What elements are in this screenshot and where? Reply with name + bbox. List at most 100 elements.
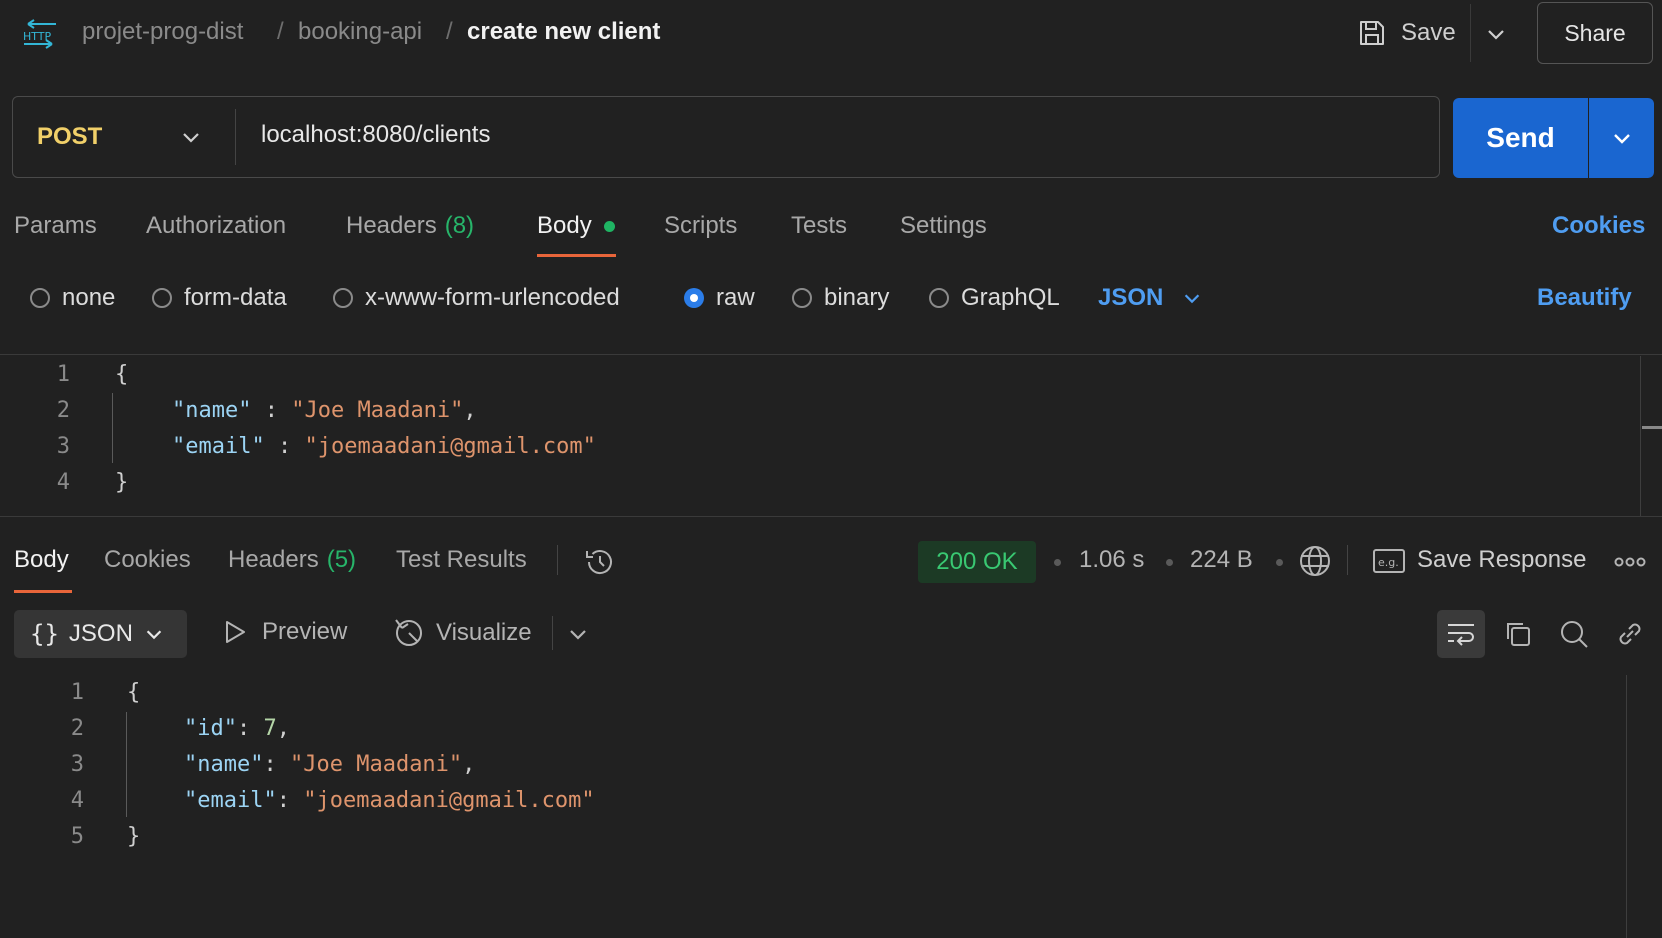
network-info-button[interactable]	[1298, 544, 1332, 578]
code-token: 7	[263, 716, 277, 741]
editor-scrollbar-track[interactable]	[1640, 356, 1641, 516]
indent-guide	[126, 712, 127, 817]
save-options-button[interactable]	[1484, 22, 1508, 46]
format-label: JSON	[68, 620, 133, 647]
cookies-link[interactable]: Cookies	[1552, 212, 1645, 240]
radio-form-data[interactable]: form-data	[152, 282, 287, 314]
copy-icon	[1507, 623, 1530, 646]
http-icon: HTTP	[22, 18, 58, 50]
search-button[interactable]	[1556, 616, 1592, 652]
radio-urlencoded[interactable]: x-www-form-urlencoded	[333, 282, 620, 314]
wrap-lines-button[interactable]	[1437, 610, 1485, 658]
save-response-icon: e.g.	[1372, 546, 1406, 576]
radio-label: raw	[716, 284, 755, 311]
method-select[interactable]: POST	[13, 97, 223, 176]
preview-label: Preview	[262, 618, 348, 645]
send-button[interactable]: Send	[1453, 98, 1588, 178]
line-number: 4	[70, 788, 84, 813]
beautify-button[interactable]: Beautify	[1537, 282, 1632, 314]
preview-button[interactable]: Preview	[222, 618, 347, 646]
code-token: :	[236, 716, 264, 741]
radio-none[interactable]: none	[30, 282, 115, 314]
tab-tests[interactable]: Tests	[791, 212, 847, 240]
braces-icon: {}	[30, 620, 59, 648]
radio-circle	[929, 288, 949, 308]
radio-circle	[30, 288, 50, 308]
visualize-label: Visualize	[436, 619, 532, 646]
link-button[interactable]	[1612, 616, 1648, 652]
response-scrollbar-track[interactable]	[1626, 675, 1627, 938]
copy-button[interactable]	[1500, 616, 1536, 652]
history-icon	[586, 550, 612, 575]
radio-label: binary	[824, 284, 890, 311]
radio-raw[interactable]: raw	[684, 282, 755, 314]
breadcrumb-folder[interactable]: booking-api	[298, 18, 422, 46]
code-token: "email"	[172, 434, 265, 459]
save-button[interactable]: Save	[1357, 18, 1456, 48]
more-options-button[interactable]	[1614, 552, 1646, 572]
breadcrumb-collection[interactable]: projet-prog-dist	[82, 18, 243, 46]
request-body-editor[interactable]: 1 { 2 "name" : "Joe Maadani" , 3 "email"…	[30, 357, 596, 501]
indent-guide	[112, 393, 113, 463]
svg-text:e.g.: e.g.	[1378, 556, 1399, 569]
tab-authorization[interactable]: Authorization	[146, 212, 286, 240]
search-icon	[1561, 621, 1588, 648]
line-number: 2	[56, 398, 70, 423]
response-tab-headers[interactable]: Headers (5)	[228, 546, 356, 574]
code-token: "email"	[184, 788, 277, 813]
code-token: :	[263, 752, 290, 777]
code-token: :	[276, 788, 304, 813]
divider	[0, 354, 1662, 355]
tab-scripts[interactable]: Scripts	[664, 212, 737, 240]
code-token: :	[264, 434, 305, 459]
tab-params[interactable]: Params	[14, 212, 97, 240]
tab-body[interactable]: Body	[537, 212, 592, 240]
chevron-down-icon	[146, 630, 162, 640]
radio-label: form-data	[184, 284, 287, 311]
radio-label: GraphQL	[961, 284, 1060, 311]
code-token: ,	[276, 716, 290, 741]
status-badge[interactable]: 200 OK	[918, 541, 1036, 583]
radio-label: x-www-form-urlencoded	[365, 284, 620, 311]
body-language-select[interactable]: JSON	[1098, 282, 1203, 314]
code-token: "Joe Maadani"	[291, 398, 464, 423]
divider	[0, 516, 1662, 517]
response-format-select[interactable]: {} JSON	[14, 610, 187, 658]
save-label: Save	[1401, 19, 1456, 46]
line-number: 2	[70, 716, 84, 741]
headers-count: (8)	[444, 212, 475, 239]
send-options-button[interactable]	[1589, 98, 1654, 178]
response-tab-cookies[interactable]: Cookies	[104, 546, 191, 574]
radio-binary[interactable]: binary	[792, 282, 889, 314]
radio-graphql[interactable]: GraphQL	[929, 282, 1060, 314]
history-button[interactable]	[583, 545, 617, 579]
divider	[235, 109, 236, 165]
response-time[interactable]: 1.06 s	[1079, 546, 1144, 574]
code-token: ,	[463, 398, 477, 423]
visualize-button[interactable]: Visualize	[392, 616, 532, 650]
request-name[interactable]: create new client	[467, 18, 660, 46]
visualize-options-button[interactable]	[566, 622, 590, 646]
line-number: 3	[56, 434, 70, 459]
url-input[interactable]	[261, 121, 1411, 149]
tab-settings[interactable]: Settings	[900, 212, 987, 240]
editor-scrollbar-thumb[interactable]	[1642, 426, 1662, 429]
radio-circle-selected	[684, 288, 704, 308]
meta-separator	[1166, 559, 1173, 566]
globe-icon	[1300, 546, 1330, 576]
response-tab-test-results[interactable]: Test Results	[396, 546, 527, 574]
tab-headers[interactable]: Headers (8)	[346, 212, 474, 240]
body-modified-indicator	[604, 221, 615, 232]
divider	[1470, 4, 1471, 62]
save-response-button[interactable]: Save Response	[1417, 546, 1586, 574]
code-token: "id"	[184, 716, 237, 741]
response-tab-headers-label: Headers	[228, 546, 319, 573]
code-line: 1 {	[30, 357, 596, 393]
tab-headers-label: Headers	[346, 212, 437, 239]
radio-circle	[152, 288, 172, 308]
share-button[interactable]: Share	[1537, 2, 1653, 64]
response-size[interactable]: 224 B	[1190, 546, 1253, 574]
response-tab-body[interactable]: Body	[14, 546, 69, 574]
chevron-down-icon	[570, 630, 586, 640]
divider	[552, 616, 553, 650]
